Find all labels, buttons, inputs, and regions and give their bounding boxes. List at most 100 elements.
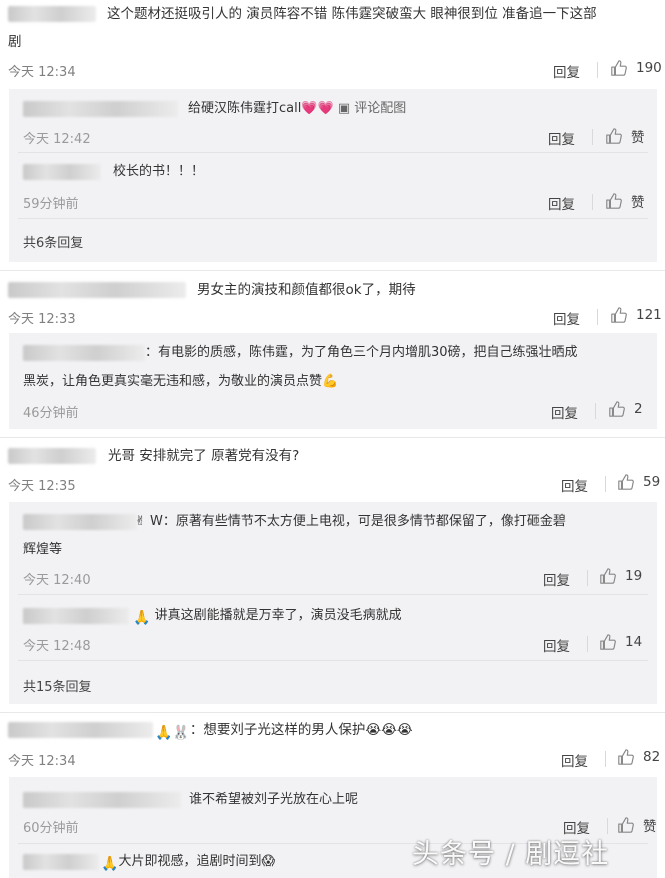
divider <box>18 218 648 219</box>
reply-text: 🙏大片即视感，追剧时间到😱 <box>101 851 275 875</box>
reply-text: ✌ W：原著有些情节不太方便上电视，可是很多情节都保留了，像打砸金碧 <box>135 514 566 529</box>
username-blurred[interactable] <box>23 854 99 870</box>
username-blurred[interactable] <box>23 101 178 117</box>
reply-box: ：有电影的质感，陈伟霆，为了角色三个月内增肌30磅，把自己练强壮晒成 黑炭，让角… <box>9 333 657 429</box>
thumbs-up-icon <box>606 128 622 144</box>
username-blurred[interactable] <box>23 792 181 808</box>
reply-text: 校长的书！！！ <box>113 164 205 179</box>
like-count: 14 <box>625 634 643 650</box>
username-blurred[interactable] <box>23 608 129 624</box>
thumbs-up-icon <box>611 60 627 76</box>
divider <box>18 660 648 661</box>
like-button[interactable]: 19 <box>599 567 642 585</box>
username-blurred[interactable] <box>23 514 137 530</box>
reply-button[interactable]: 回复 <box>543 569 570 589</box>
username-blurred[interactable] <box>23 164 101 180</box>
reply-box: 给硬汉陈伟霆打call💗💗 ▣ 评论配图 今天 12:42 回复 赞 校长的书！… <box>9 89 657 262</box>
like-count: 2 <box>634 401 643 417</box>
emoji-icon: 🙏 <box>101 856 119 872</box>
reply-text-cont: 辉煌等 <box>23 542 63 557</box>
reply-text: 谁不希望被刘子光放在心上呢 <box>189 792 359 807</box>
comment-time: 今天 12:35 <box>8 479 76 494</box>
comment-time: 今天 12:34 <box>8 65 76 80</box>
comment-text: 这个题材还挺吸引人的 演员阵容不错 陈伟霆突破蛮大 眼神很到位 准备追一下这部 <box>107 6 597 22</box>
like-button[interactable]: 82 <box>617 748 660 766</box>
like-label: 赞 <box>643 819 657 835</box>
divider <box>605 476 606 492</box>
reply-button[interactable]: 回复 <box>561 750 588 770</box>
thumbs-up-icon <box>600 568 616 584</box>
username-blurred[interactable] <box>8 722 153 738</box>
image-icon: ▣ <box>337 101 351 116</box>
like-label: 赞 <box>631 130 645 146</box>
thumbs-up-icon <box>618 817 634 833</box>
like-button[interactable]: 59 <box>617 473 660 491</box>
reply-time: 59分钟前 <box>23 197 79 212</box>
reply-button[interactable]: 回复 <box>548 128 575 148</box>
reply-button[interactable]: 回复 <box>553 308 580 328</box>
username-blurred[interactable] <box>8 448 96 464</box>
username-blurred[interactable] <box>23 345 145 361</box>
divider <box>605 751 606 767</box>
like-count: 19 <box>625 568 643 584</box>
more-replies-link[interactable]: 共6条回复 <box>23 232 83 251</box>
reply-button[interactable]: 回复 <box>543 635 570 655</box>
reply-text: 给硬汉陈伟霆打call💗💗 ▣ 评论配图 <box>188 101 407 116</box>
reply-box: ✌ W：原著有些情节不太方便上电视，可是很多情节都保留了，像打砸金碧 辉煌等 今… <box>9 502 657 704</box>
divider <box>0 270 665 271</box>
thumbs-up-icon <box>618 749 634 765</box>
reply-time: 今天 12:48 <box>23 639 91 654</box>
thumbs-up-icon <box>609 401 625 417</box>
reply-time: 46分钟前 <box>23 406 79 421</box>
like-count: 121 <box>636 307 662 323</box>
comment-time: 今天 12:34 <box>8 754 76 769</box>
emoji-icon: 🙏 <box>133 610 151 626</box>
comment-text: 🙏🐰：想要刘子光这样的男人保护😭😭😭 <box>155 719 413 744</box>
divider <box>18 594 648 595</box>
divider <box>587 570 588 586</box>
thumbs-up-icon <box>606 193 622 209</box>
like-count: 82 <box>643 749 661 765</box>
divider <box>597 62 598 78</box>
reply-text: ：有电影的质感，陈伟霆，为了角色三个月内增肌30磅，把自己练强壮晒成 <box>145 345 578 360</box>
like-button[interactable]: 14 <box>599 633 642 651</box>
username-blurred[interactable] <box>8 282 186 298</box>
comment-image-link[interactable]: ▣ 评论配图 <box>338 101 406 116</box>
thumbs-up-icon <box>600 634 616 650</box>
divider <box>592 194 593 210</box>
watermark: 头条号 / 剧逗社 <box>412 839 610 870</box>
divider <box>597 309 598 325</box>
reply-button[interactable]: 回复 <box>548 193 575 213</box>
emoji-icon: 🙏🐰 <box>155 725 190 741</box>
comment-text-cont: 剧 <box>8 34 22 50</box>
comment-text: 男女主的演技和颜值都很ok了，期待 <box>197 282 416 298</box>
reply-time: 60分钟前 <box>23 821 79 836</box>
divider <box>0 437 665 438</box>
divider <box>0 712 665 713</box>
divider <box>595 403 596 419</box>
like-button[interactable]: 赞 <box>605 191 645 211</box>
like-button[interactable]: 190 <box>610 59 662 77</box>
thumbs-up-icon <box>611 307 627 323</box>
reply-button[interactable]: 回复 <box>553 61 580 81</box>
like-count: 190 <box>636 60 662 76</box>
username-blurred[interactable] <box>8 6 96 22</box>
reply-text: 🙏 讲真这剧能播就是万幸了，演员没毛病就成 <box>133 605 402 629</box>
like-button[interactable]: 121 <box>610 306 662 324</box>
reply-text-cont: 黑炭，让角色更真实毫无违和感，为敬业的演员点赞💪 <box>23 374 339 389</box>
like-button[interactable]: 2 <box>608 400 643 418</box>
divider <box>587 636 588 652</box>
reply-time: 今天 12:40 <box>23 573 91 588</box>
like-label: 赞 <box>631 195 645 211</box>
comment-time: 今天 12:33 <box>8 312 76 327</box>
divider <box>592 129 593 145</box>
reply-time: 今天 12:42 <box>23 132 91 147</box>
like-button[interactable]: 赞 <box>605 126 645 146</box>
like-count: 59 <box>643 474 661 490</box>
more-replies-link[interactable]: 共15条回复 <box>23 676 92 695</box>
thumbs-up-icon <box>618 474 634 490</box>
comment-text: 光哥 安排就完了 原著党有没有? <box>108 448 300 464</box>
reply-button[interactable]: 回复 <box>561 475 588 495</box>
reply-button[interactable]: 回复 <box>551 402 578 422</box>
like-button[interactable]: 赞 <box>617 815 657 835</box>
